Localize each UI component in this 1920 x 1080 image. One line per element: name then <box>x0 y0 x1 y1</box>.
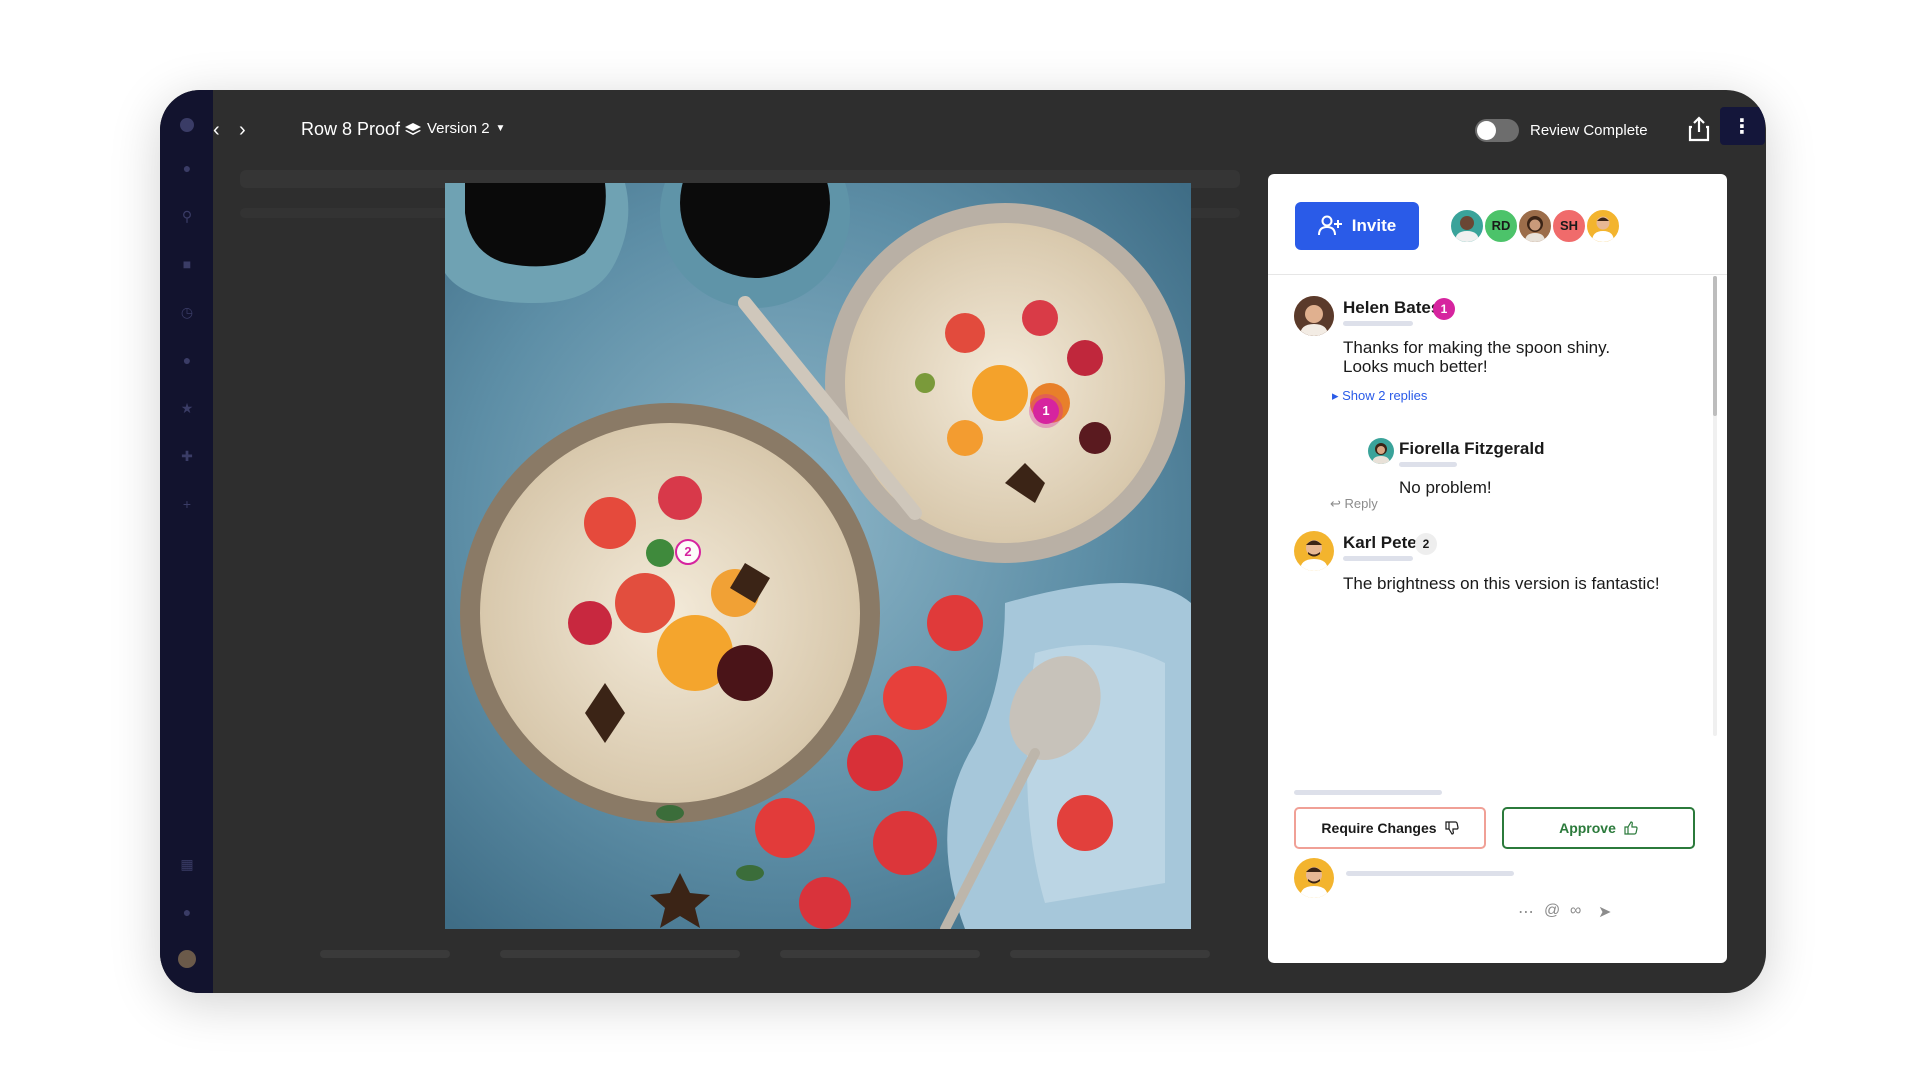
help-icon[interactable]: ● <box>179 904 195 920</box>
invite-button[interactable]: Invite <box>1295 202 1419 250</box>
collaborator-avatar-rd[interactable]: RD <box>1483 208 1519 244</box>
send-icon[interactable]: ➤ <box>1598 902 1611 922</box>
panel-divider <box>1268 274 1727 275</box>
comment-meta-placeholder <box>1343 321 1413 326</box>
star-icon[interactable]: ★ <box>179 400 195 416</box>
app-sidebar: ● ⚲ ■ ◷ ● ★ ✚ + ▦ ● <box>160 90 213 993</box>
collaborator-avatar[interactable] <box>1449 208 1485 244</box>
plus-icon[interactable]: + <box>179 496 195 512</box>
logo-icon <box>180 118 194 132</box>
collaborator-avatar[interactable] <box>1517 208 1553 244</box>
user-avatar-icon[interactable] <box>178 950 196 968</box>
comment-author: Helen Bates <box>1343 298 1441 317</box>
collaborator-avatars: RD SH <box>1449 208 1621 244</box>
reply-author: Fiorella Fitzgerald <box>1399 439 1545 458</box>
caret-right-icon: ▸ <box>1332 388 1343 403</box>
forward-arrow-icon[interactable]: › <box>239 120 246 140</box>
collaborator-avatar-sh[interactable]: SH <box>1551 208 1587 244</box>
thumbs-up-icon <box>1624 821 1638 835</box>
reply-button[interactable]: ↩ Reply <box>1330 496 1378 512</box>
comment-text: The brightness on this version is fantas… <box>1343 574 1660 593</box>
approve-button[interactable]: Approve <box>1502 807 1695 849</box>
background-ghost-bar <box>1010 950 1210 958</box>
puzzle-icon[interactable]: ✚ <box>179 448 195 464</box>
mention-icon[interactable]: @ <box>1544 902 1560 920</box>
proof-image[interactable]: 1 2 <box>445 183 1191 929</box>
status-placeholder <box>1294 790 1442 795</box>
version-label: Version 2 <box>427 120 490 137</box>
version-dropdown[interactable]: Version 2 ▼ <box>405 120 505 137</box>
current-user-avatar <box>1294 858 1334 898</box>
back-arrow-icon[interactable]: ‹ <box>213 120 220 140</box>
app-window: ● ⚲ ■ ◷ ● ★ ✚ + ▦ ● ‹ › Row 8 Proof Vers… <box>160 90 1766 993</box>
more-icon[interactable]: ⋯ <box>1518 902 1534 922</box>
users-icon[interactable]: ● <box>179 352 195 368</box>
invite-label: Invite <box>1351 216 1397 235</box>
avatar-helen-bates <box>1294 296 1334 336</box>
apps-grid-icon[interactable]: ▦ <box>179 856 195 872</box>
proof-title: Row 8 Proof <box>301 119 401 139</box>
review-complete-label: Review Complete <box>1530 122 1648 139</box>
approve-label: Approve <box>1559 820 1616 836</box>
food-photo <box>445 183 1191 929</box>
comment-author: Karl Peter <box>1343 533 1424 552</box>
reply-arrow-icon: ↩ <box>1330 496 1345 511</box>
search-icon[interactable]: ⚲ <box>179 208 195 224</box>
require-changes-label: Require Changes <box>1321 820 1437 836</box>
background-ghost-bar <box>320 950 450 958</box>
thumbs-down-icon <box>1444 821 1459 835</box>
comments-panel: Invite RD SH Helen Bates 1 Thanks for ma… <box>1268 174 1727 963</box>
background-ghost-bar <box>500 950 740 958</box>
comment-meta-placeholder <box>1343 556 1413 561</box>
bell-icon[interactable]: ● <box>179 160 195 176</box>
attach-icon[interactable]: ∞ <box>1570 902 1581 920</box>
show-replies-label: Show 2 replies <box>1342 388 1428 403</box>
comment-input[interactable] <box>1346 871 1514 876</box>
avatar-karl-peter <box>1294 531 1334 571</box>
folder-icon[interactable]: ■ <box>179 256 195 272</box>
background-ghost-bar <box>780 950 980 958</box>
comments-scrollbar-thumb[interactable] <box>1713 276 1717 416</box>
top-bar: ‹ › Row 8 Proof Version 2 ▼ Review Compl… <box>213 90 1766 170</box>
clock-icon[interactable]: ◷ <box>179 304 195 320</box>
add-user-icon <box>1317 215 1342 236</box>
layers-icon <box>405 122 421 135</box>
review-complete-toggle[interactable] <box>1475 119 1519 142</box>
comment-text: Thanks for making the spoon shiny. <box>1343 338 1611 357</box>
share-icon[interactable] <box>1687 116 1711 142</box>
annotation-pin-1[interactable]: 1 <box>1033 398 1059 424</box>
avatar-fiorella-fitzgerald <box>1368 438 1394 464</box>
comment-badge-2: 2 <box>1415 533 1437 555</box>
comment-badge-1: 1 <box>1433 298 1455 320</box>
reply-label: Reply <box>1344 496 1378 511</box>
require-changes-button[interactable]: Require Changes <box>1294 807 1486 849</box>
reply-text: No problem! <box>1399 478 1492 497</box>
comment-text: Looks much better! <box>1343 357 1488 376</box>
more-options-icon[interactable]: ⋮ <box>1730 114 1754 140</box>
chevron-down-icon: ▼ <box>495 123 506 134</box>
collaborator-avatar[interactable] <box>1585 208 1621 244</box>
show-replies-link[interactable]: ▸ Show 2 replies <box>1332 388 1427 404</box>
reply-meta-placeholder <box>1399 462 1457 467</box>
annotation-pin-2[interactable]: 2 <box>675 539 701 565</box>
